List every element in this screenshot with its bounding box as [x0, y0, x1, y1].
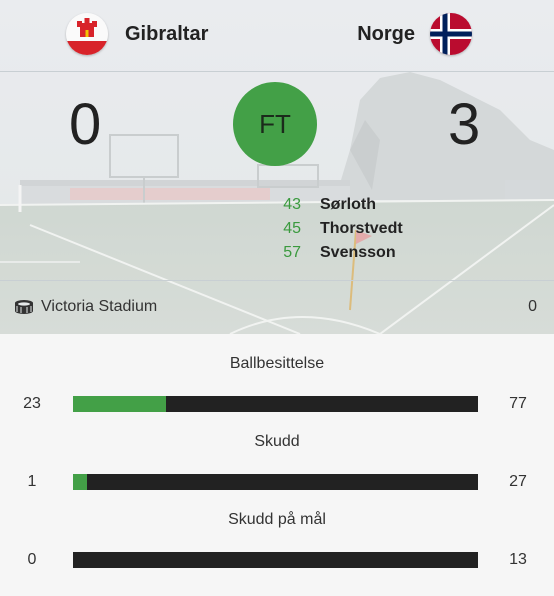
norway-flag-icon	[430, 13, 472, 55]
goal-scorer[interactable]: Svensson	[320, 244, 396, 262]
stat-away-value: 77	[509, 395, 527, 412]
goal-item: 57 Svensson	[270, 241, 403, 265]
goal-scorer[interactable]: Sørloth	[320, 196, 376, 214]
teams-row: Gibraltar Norge	[0, 0, 554, 72]
stat-title-possession: Ballbesittelse	[229, 355, 325, 372]
home-score: 0	[69, 92, 102, 157]
stadium-icon	[14, 297, 34, 317]
away-score: 3	[448, 92, 481, 157]
venue-name[interactable]: Victoria Stadium	[41, 298, 157, 316]
stat-bar	[73, 552, 478, 568]
match-status-label: FT	[259, 108, 291, 139]
stat-title-shots-on-target: Skudd på mål	[228, 511, 326, 528]
goal-item: 43 Sørloth	[270, 193, 403, 217]
attendance-count: 0	[528, 298, 537, 315]
stat-title-shots: Skudd	[254, 433, 300, 450]
goal-minute: 57	[283, 244, 301, 261]
stat-away-value: 27	[509, 473, 527, 490]
goal-minute: 43	[283, 196, 301, 213]
stat-bar-home-fill	[73, 396, 167, 412]
stat-bar	[73, 396, 478, 412]
stat-away-value: 13	[509, 551, 527, 568]
away-team-name[interactable]: Norge	[357, 23, 415, 46]
goal-minute: 45	[283, 220, 301, 237]
stat-bar	[73, 474, 478, 490]
match-header: Gibraltar Norge 0 FT 3 43 Sørloth 45 Tho…	[0, 0, 554, 334]
match-stats-panel: Ballbesittelse 23 77 Skudd 1 27 Skudd på…	[0, 334, 554, 596]
home-team-name[interactable]: Gibraltar	[125, 23, 208, 46]
stat-home-value: 1	[27, 473, 37, 490]
stat-home-value: 0	[27, 551, 37, 568]
gibraltar-flag-icon	[66, 13, 108, 55]
goal-scorers-list: 43 Sørloth 45 Thorstvedt 57 Svensson	[270, 193, 403, 265]
stat-home-value: 23	[23, 395, 41, 412]
match-status-badge: FT	[233, 82, 317, 166]
stat-bar-home-fill	[73, 474, 88, 490]
goal-scorer[interactable]: Thorstvedt	[320, 220, 403, 238]
goal-item: 45 Thorstvedt	[270, 217, 403, 241]
venue-bar: Victoria Stadium 0	[0, 280, 554, 334]
